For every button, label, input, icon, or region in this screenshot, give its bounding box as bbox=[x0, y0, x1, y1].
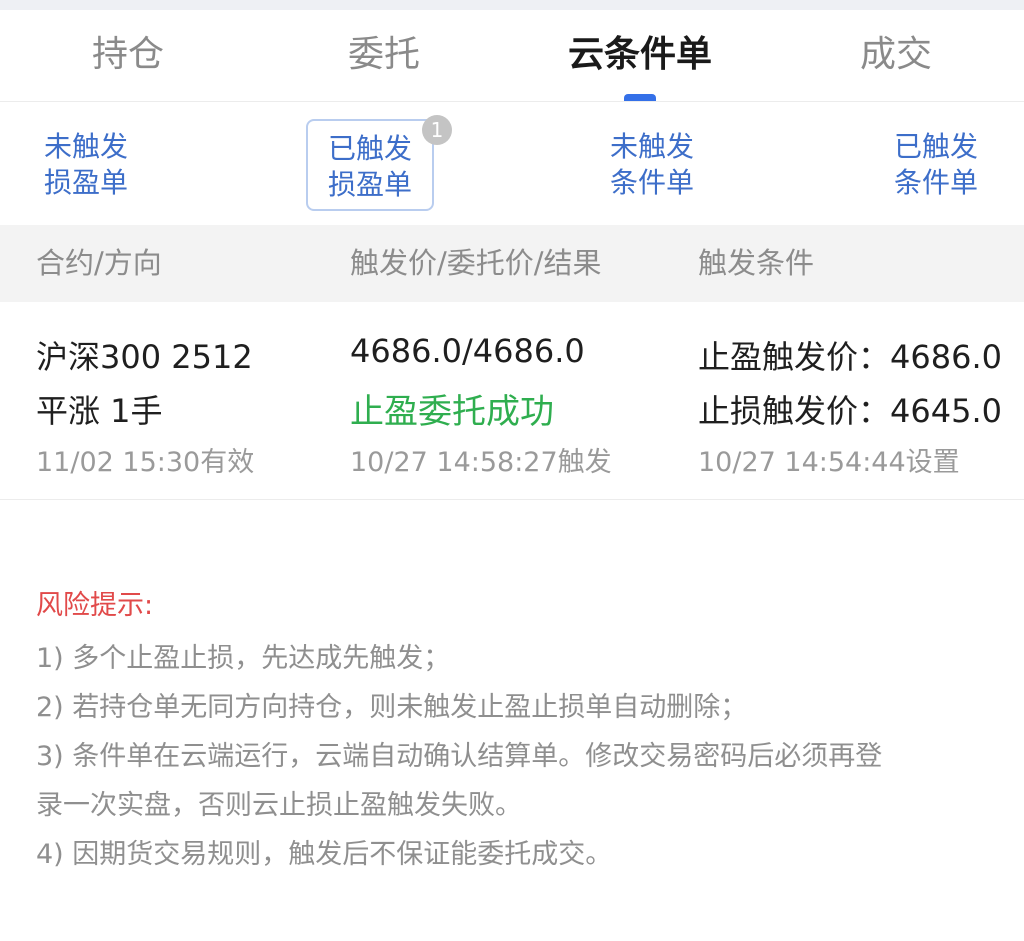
subtab-untriggered-tpsl[interactable]: 未触发 损盈单 bbox=[22, 119, 150, 211]
active-tab-indicator bbox=[624, 94, 656, 101]
trigger-time: 10/27 14:58:27触发 bbox=[350, 447, 612, 478]
subtab-label: 损盈单 bbox=[327, 168, 412, 201]
table-header: 合约/方向 触发价/委托价/结果 触发条件 bbox=[0, 225, 1024, 302]
tab-cloud-conditional[interactable]: 云条件单 bbox=[540, 10, 740, 102]
take-profit-condition: 止盈触发价：4686.0 bbox=[698, 338, 1002, 376]
tab-positions[interactable]: 持仓 bbox=[40, 10, 216, 102]
header-price-result: 触发价/委托价/结果 bbox=[350, 246, 602, 280]
risk-item: 3) 条件单在云端运行，云端自动确认结算单。修改交易密码后必须再登 bbox=[36, 741, 883, 772]
risk-item: 录一次实盘，否则云止损止盈触发失败。 bbox=[36, 790, 522, 821]
subtab-untriggered-conditional[interactable]: 未触发 条件单 bbox=[588, 119, 716, 211]
tab-trades[interactable]: 成交 bbox=[808, 10, 984, 102]
sub-tabs: 未触发 损盈单 已触发 损盈单 1 未触发 条件单 已触发 条件单 bbox=[0, 103, 1024, 225]
risk-title: 风险提示: bbox=[36, 590, 154, 621]
stop-loss-condition: 止损触发价：4645.0 bbox=[698, 392, 1002, 430]
subtab-triggered-tpsl[interactable]: 已触发 损盈单 1 bbox=[306, 115, 452, 211]
risk-item: 2) 若持仓单无同方向持仓，则未触发止盈止损单自动删除； bbox=[36, 692, 748, 723]
subtab-label: 已触发 bbox=[893, 130, 978, 163]
header-trigger-condition: 触发条件 bbox=[698, 246, 815, 280]
subtab-label: 未触发 bbox=[609, 130, 694, 163]
set-time: 10/27 14:54:44设置 bbox=[698, 447, 960, 478]
valid-until: 11/02 15:30有效 bbox=[36, 447, 255, 478]
main-tabs: 持仓 委托 云条件单 成交 bbox=[0, 10, 1024, 102]
status-strip bbox=[0, 0, 1024, 10]
subtab-label: 未触发 bbox=[43, 130, 128, 163]
subtab-label: 已触发 bbox=[327, 132, 412, 165]
subtab-label: 条件单 bbox=[609, 166, 694, 199]
subtab-label: 损盈单 bbox=[43, 166, 128, 199]
direction-quantity: 平涨 1手 bbox=[36, 392, 163, 430]
header-contract-direction: 合约/方向 bbox=[36, 246, 162, 280]
contract-name: 沪深300 2512 bbox=[36, 338, 253, 376]
risk-item: 1) 多个止盈止损，先达成先触发； bbox=[36, 643, 451, 674]
count-badge: 1 bbox=[422, 115, 452, 145]
subtab-label: 条件单 bbox=[893, 166, 978, 199]
trigger-order-price: 4686.0/4686.0 bbox=[350, 332, 585, 370]
risk-item: 4) 因期货交易规则，触发后不保证能委托成交。 bbox=[36, 839, 613, 870]
risk-notice: 风险提示: 1) 多个止盈止损，先达成先触发； 2) 若持仓单无同方向持仓，则未… bbox=[36, 586, 996, 879]
result-status: 止盈委托成功 bbox=[350, 392, 554, 432]
table-row[interactable]: 沪深300 2512 平涨 1手 11/02 15:30有效 4686.0/46… bbox=[0, 302, 1024, 500]
tab-orders[interactable]: 委托 bbox=[296, 10, 472, 102]
subtab-triggered-conditional[interactable]: 已触发 条件单 bbox=[872, 119, 1000, 211]
